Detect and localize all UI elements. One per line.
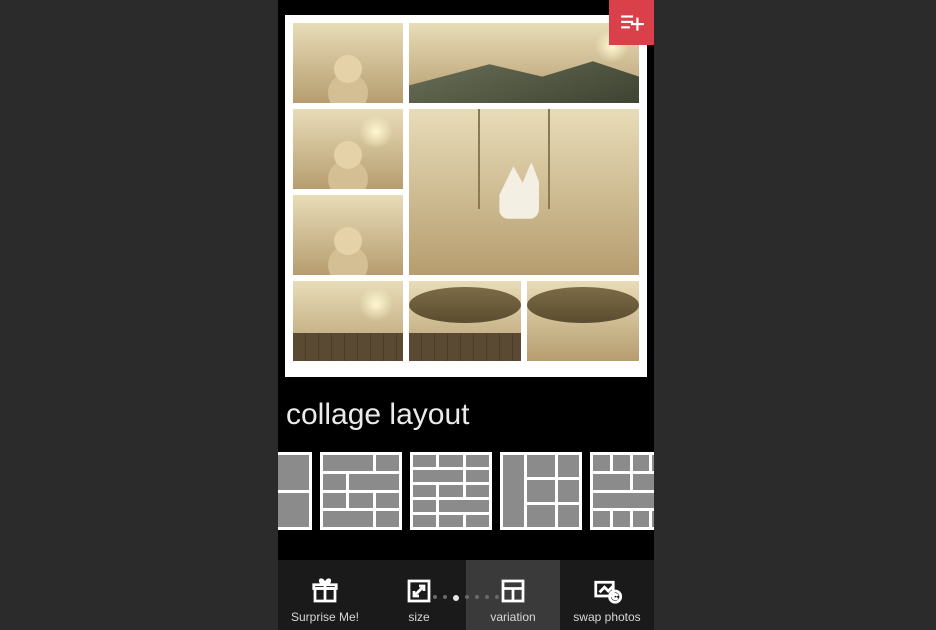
layout-option-strip[interactable] <box>278 452 654 532</box>
toolbar-label: Surprise Me! <box>291 610 359 624</box>
surprise-me-button[interactable]: Surprise Me! <box>278 560 372 630</box>
phone-frame: collage layout <box>278 0 654 630</box>
collage-tile[interactable] <box>293 23 403 103</box>
layout-option[interactable] <box>278 452 312 530</box>
collage-tile[interactable] <box>409 23 639 103</box>
toolbar-label: swap photos <box>573 610 640 624</box>
layout-option[interactable] <box>410 452 492 530</box>
collage-tile[interactable] <box>409 281 521 361</box>
toolbar-label: variation <box>490 610 535 624</box>
gift-icon <box>310 576 340 606</box>
resize-icon <box>404 576 434 606</box>
section-title: collage layout <box>286 398 469 432</box>
collage-preview[interactable] <box>285 15 647 377</box>
layout-option[interactable] <box>590 452 654 530</box>
collage-tile[interactable] <box>409 109 639 275</box>
layout-option[interactable] <box>500 452 582 530</box>
size-button[interactable]: size <box>372 560 466 630</box>
layout-icon <box>498 576 528 606</box>
toolbar-label: size <box>408 610 429 624</box>
swap-photos-button[interactable]: swap photos <box>560 560 654 630</box>
add-to-list-button[interactable] <box>609 0 654 45</box>
collage-tile[interactable] <box>293 109 403 189</box>
collage-tile[interactable] <box>293 195 403 275</box>
collage-grid <box>293 23 639 369</box>
variation-button[interactable]: variation <box>466 560 560 630</box>
collage-tile[interactable] <box>527 281 639 361</box>
app-viewport: collage layout <box>0 0 936 630</box>
playlist-add-icon <box>619 10 645 36</box>
collage-tile[interactable] <box>293 281 403 361</box>
bottom-toolbar: Surprise Me! size variation <box>278 560 654 630</box>
swap-icon <box>592 576 622 606</box>
layout-option[interactable] <box>320 452 402 530</box>
